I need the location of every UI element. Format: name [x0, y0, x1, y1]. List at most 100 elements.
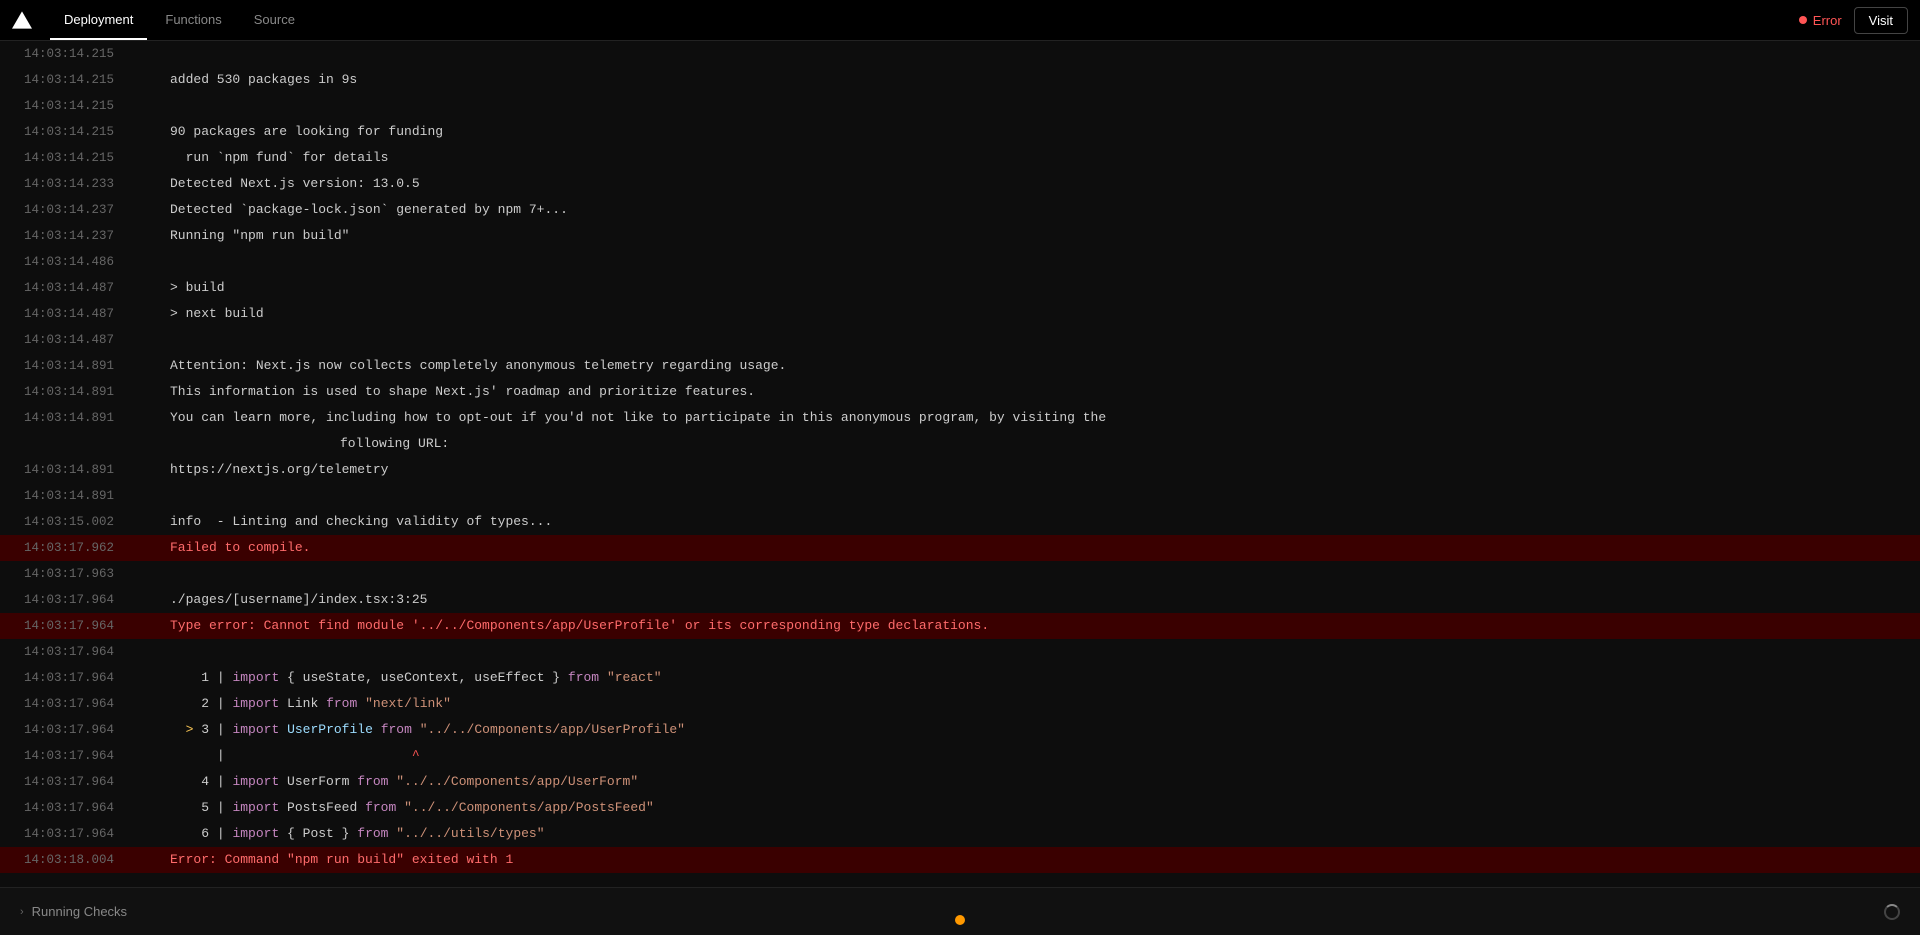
- log-line: 14:03:17.964: [0, 639, 1920, 665]
- log-line: 14:03:17.964 ./pages/[username]/index.ts…: [0, 587, 1920, 613]
- log-text: run `npm fund` for details: [170, 147, 1920, 169]
- log-timestamp: 14:03:18.004: [0, 849, 170, 871]
- log-timestamp: 14:03:14.891: [0, 485, 170, 507]
- log-text: Error: Command "npm run build" exited wi…: [170, 849, 1920, 871]
- log-timestamp: 14:03:14.891: [0, 459, 170, 481]
- log-line: 14:03:14.215 run `npm fund` for details: [0, 145, 1920, 171]
- running-checks-label: Running Checks: [32, 904, 127, 919]
- log-line: 14:03:14.237 Detected `package-lock.json…: [0, 197, 1920, 223]
- vercel-logo: [12, 10, 32, 30]
- error-badge: Error: [1799, 13, 1842, 28]
- log-text: Detected `package-lock.json` generated b…: [170, 199, 1920, 221]
- log-timestamp: 14:03:17.964: [0, 615, 170, 637]
- log-line: 14:03:14.487: [0, 327, 1920, 353]
- log-timestamp: 14:03:14.215: [0, 95, 170, 117]
- log-text: 1 | import { useState, useContext, useEf…: [170, 667, 1920, 689]
- log-line: 14:03:14.487 > build: [0, 275, 1920, 301]
- log-text: This information is used to shape Next.j…: [170, 381, 1920, 403]
- log-text: https://nextjs.org/telemetry: [170, 459, 1920, 481]
- log-timestamp: 14:03:17.964: [0, 589, 170, 611]
- log-timestamp: 14:03:17.964: [0, 797, 170, 819]
- log-line-error: 14:03:18.004 Error: Command "npm run bui…: [0, 847, 1920, 873]
- log-timestamp: 14:03:17.964: [0, 693, 170, 715]
- log-timestamp: 14:03:14.891: [0, 355, 170, 377]
- log-line-code: 14:03:17.964 1 | import { useState, useC…: [0, 665, 1920, 691]
- log-line: 14:03:17.963: [0, 561, 1920, 587]
- nav-tabs: Deployment Functions Source: [50, 0, 309, 40]
- log-line: 14:03:14.486: [0, 249, 1920, 275]
- error-dot: [1799, 16, 1807, 24]
- log-line-code: 14:03:17.964 | ^: [0, 743, 1920, 769]
- log-text: 6 | import { Post } from "../../utils/ty…: [170, 823, 1920, 845]
- log-timestamp: 14:03:17.962: [0, 537, 170, 559]
- log-timestamp: 14:03:14.233: [0, 173, 170, 195]
- log-line: 14:03:14.237 Running "npm run build": [0, 223, 1920, 249]
- log-line-error: 14:03:17.964 Type error: Cannot find mod…: [0, 613, 1920, 639]
- log-line: 14:03:14.233 Detected Next.js version: 1…: [0, 171, 1920, 197]
- log-text: You can learn more, including how to opt…: [170, 407, 1920, 429]
- log-line: following URL:: [0, 431, 1920, 457]
- log-text: > build: [170, 277, 1920, 299]
- log-timestamp: 14:03:14.215: [0, 69, 170, 91]
- log-timestamp: 14:03:14.487: [0, 277, 170, 299]
- tab-deployment[interactable]: Deployment: [50, 0, 147, 40]
- visit-button[interactable]: Visit: [1854, 7, 1908, 34]
- log-line-code: 14:03:17.964 4 | import UserForm from ".…: [0, 769, 1920, 795]
- main-content: 14:03:14.215 14:03:14.215 added 530 pack…: [0, 41, 1920, 887]
- chevron-icon: ›: [20, 906, 24, 918]
- log-timestamp: 14:03:14.486: [0, 251, 170, 273]
- log-timestamp: 14:03:14.891: [0, 407, 170, 429]
- log-timestamp: 14:03:17.964: [0, 745, 170, 767]
- log-text: > next build: [170, 303, 1920, 325]
- log-line: 14:03:14.891: [0, 483, 1920, 509]
- log-text: Type error: Cannot find module '../../Co…: [170, 615, 1920, 637]
- log-line: 14:03:14.215 added 530 packages in 9s: [0, 67, 1920, 93]
- log-text: ./pages/[username]/index.tsx:3:25: [170, 589, 1920, 611]
- log-timestamp: 14:03:14.215: [0, 121, 170, 143]
- log-text: Failed to compile.: [170, 537, 1920, 559]
- log-line-code: 14:03:17.964 6 | import { Post } from ".…: [0, 821, 1920, 847]
- log-line: 14:03:14.487 > next build: [0, 301, 1920, 327]
- tab-functions[interactable]: Functions: [151, 0, 235, 40]
- log-line: 14:03:14.891 You can learn more, includi…: [0, 405, 1920, 431]
- log-text: | ^: [170, 745, 1920, 767]
- log-timestamp: 14:03:17.964: [0, 771, 170, 793]
- navbar: Deployment Functions Source Error Visit: [0, 0, 1920, 41]
- log-timestamp: 14:03:17.964: [0, 667, 170, 689]
- log-timestamp: 14:03:14.215: [0, 147, 170, 169]
- log-text: added 530 packages in 9s: [170, 69, 1920, 91]
- log-container[interactable]: 14:03:14.215 14:03:14.215 added 530 pack…: [0, 41, 1920, 887]
- log-line: 14:03:14.891 Attention: Next.js now coll…: [0, 353, 1920, 379]
- log-line: 14:03:14.215: [0, 93, 1920, 119]
- log-text: > 3 | import UserProfile from "../../Com…: [170, 719, 1920, 741]
- log-text: 4 | import UserForm from "../../Componen…: [170, 771, 1920, 793]
- log-text: Running "npm run build": [170, 225, 1920, 247]
- log-timestamp: 14:03:17.964: [0, 719, 170, 741]
- status-dot: [955, 915, 965, 925]
- tab-source[interactable]: Source: [240, 0, 309, 40]
- navbar-right: Error Visit: [1799, 7, 1908, 34]
- log-timestamp: 14:03:17.963: [0, 563, 170, 585]
- log-timestamp: 14:03:15.002: [0, 511, 170, 533]
- log-timestamp: 14:03:17.964: [0, 641, 170, 663]
- log-text: 5 | import PostsFeed from "../../Compone…: [170, 797, 1920, 819]
- log-line: 14:03:14.891 This information is used to…: [0, 379, 1920, 405]
- log-line: 14:03:14.215 90 packages are looking for…: [0, 119, 1920, 145]
- log-timestamp: 14:03:14.237: [0, 199, 170, 221]
- log-line-code: 14:03:17.964 2 | import Link from "next/…: [0, 691, 1920, 717]
- log-timestamp: 14:03:14.237: [0, 225, 170, 247]
- running-checks[interactable]: › Running Checks: [20, 904, 127, 919]
- log-timestamp: 14:03:17.964: [0, 823, 170, 845]
- log-line: 14:03:15.002 info - Linting and checking…: [0, 509, 1920, 535]
- log-timestamp: 14:03:14.215: [0, 43, 170, 65]
- log-timestamp: 14:03:14.891: [0, 381, 170, 403]
- log-text: Attention: Next.js now collects complete…: [170, 355, 1920, 377]
- spinner: [1884, 904, 1900, 920]
- log-line: 14:03:14.215: [0, 41, 1920, 67]
- log-text: 90 packages are looking for funding: [170, 121, 1920, 143]
- log-line-code: 14:03:17.964 > 3 | import UserProfile fr…: [0, 717, 1920, 743]
- log-line: 14:03:14.891 https://nextjs.org/telemetr…: [0, 457, 1920, 483]
- log-text: 2 | import Link from "next/link": [170, 693, 1920, 715]
- log-text: Detected Next.js version: 13.0.5: [170, 173, 1920, 195]
- log-text: following URL:: [170, 433, 1920, 455]
